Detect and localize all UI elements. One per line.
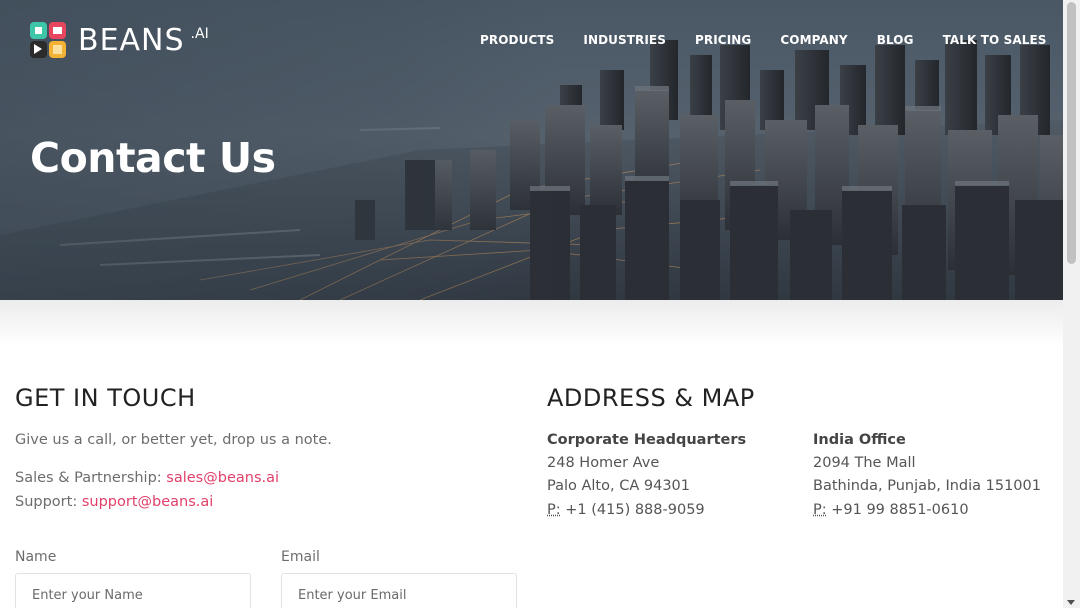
office-heading: Corporate Headquarters [547, 432, 747, 448]
scroll-down-arrow-icon[interactable] [1067, 600, 1075, 605]
email-label: Email [281, 549, 320, 565]
nav-company[interactable]: COMPANY [780, 33, 847, 47]
email-field[interactable] [281, 573, 517, 608]
contact-intro: Give us a call, or better yet, drop us a… [15, 432, 332, 448]
scrollbar-thumb[interactable] [1067, 2, 1076, 264]
office-street: 248 Homer Ave [547, 455, 660, 471]
contact-page: BEANS .AI PRODUCTS INDUSTRIES PRICING CO… [0, 0, 1080, 608]
address-map-heading: ADDRESS & MAP [547, 384, 755, 412]
support-label: Support: [15, 494, 82, 510]
beans-logo-icon [30, 22, 66, 58]
brand-logo[interactable]: BEANS .AI [30, 22, 209, 58]
phone-number: +1 (415) 888-9059 [560, 502, 705, 518]
sales-contact: Sales & Partnership: sales@beans.ai [15, 470, 279, 486]
page-scrollbar[interactable] [1063, 0, 1080, 608]
get-in-touch-heading: GET IN TOUCH [15, 384, 196, 412]
support-contact: Support: support@beans.ai [15, 494, 213, 510]
nav-products[interactable]: PRODUCTS [480, 33, 554, 47]
name-label: Name [15, 549, 57, 565]
page-title: Contact Us [30, 134, 276, 182]
hero-divider [0, 300, 1063, 346]
office-phone: P: +91 99 8851-0610 [813, 502, 969, 518]
office-phone: P: +1 (415) 888-9059 [547, 502, 705, 518]
brand-suffix: .AI [190, 26, 209, 42]
name-field[interactable] [15, 573, 251, 608]
phone-number: +91 99 8851-0610 [826, 502, 969, 518]
office-street: 2094 The Mall [813, 455, 916, 471]
nav-talk-to-sales[interactable]: TALK TO SALES [943, 33, 1047, 47]
hero-banner: BEANS .AI PRODUCTS INDUSTRIES PRICING CO… [0, 0, 1063, 300]
main-navigation: PRODUCTS INDUSTRIES PRICING COMPANY BLOG… [480, 33, 1047, 47]
phone-abbr: P: [813, 502, 827, 518]
nav-blog[interactable]: BLOG [877, 33, 914, 47]
sales-email-link[interactable]: sales@beans.ai [166, 470, 279, 486]
sales-label: Sales & Partnership: [15, 470, 167, 486]
phone-abbr: P: [547, 502, 561, 518]
nav-pricing[interactable]: PRICING [695, 33, 751, 47]
support-email-link[interactable]: support@beans.ai [82, 494, 213, 510]
office-heading: India Office [813, 432, 906, 448]
brand-name: BEANS [78, 23, 185, 58]
office-city: Bathinda, Punjab, India 151001 [813, 478, 1041, 494]
office-city: Palo Alto, CA 94301 [547, 478, 690, 494]
nav-industries[interactable]: INDUSTRIES [583, 33, 666, 47]
